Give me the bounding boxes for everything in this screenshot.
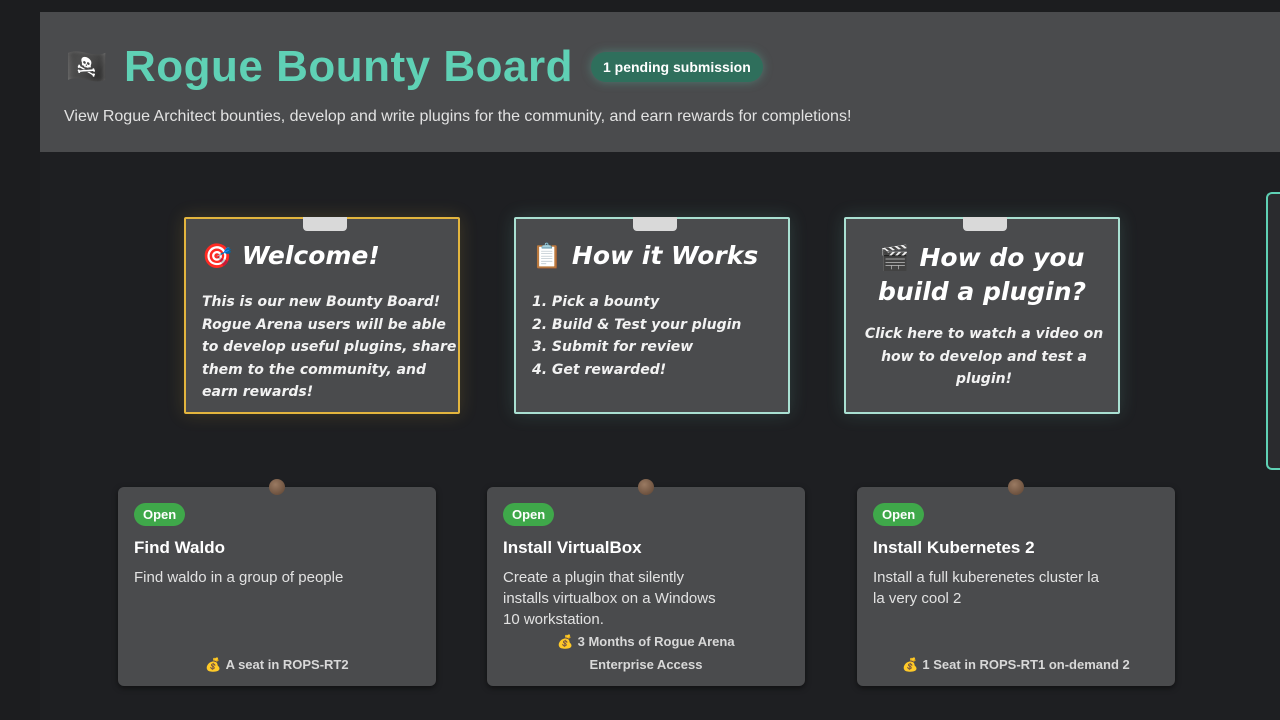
bounty-card[interactable]: Open Find Waldo Find waldo in a group of…: [118, 479, 436, 686]
note-title: 🎯 Welcome!: [202, 241, 380, 270]
bounty-title: Find Waldo: [134, 538, 225, 557]
money-bag-icon: 💰: [557, 634, 574, 649]
bounty-card[interactable]: Open Install Kubernetes 2 Install a full…: [857, 479, 1175, 686]
page-title: Rogue Bounty Board: [124, 42, 573, 91]
bounty-reward: 💰 A seat in ROPS-RT2: [118, 653, 436, 676]
note-title: 🎬 How do you build a plugin?: [846, 241, 1118, 309]
note-line: how to develop and test a: [881, 348, 1087, 365]
welcome-body: This is our new Bounty Board! Rogue Aren…: [202, 291, 457, 404]
welcome-note: 🎯 Welcome! This is our new Bounty Board!…: [184, 217, 460, 414]
pushpin-icon: [1008, 479, 1024, 495]
clipboard-icon: 📋: [532, 241, 562, 270]
status-badge: Open: [503, 503, 555, 526]
note-line: This is our new Bounty Board!: [202, 294, 441, 310]
money-bag-icon: 💰: [902, 657, 919, 672]
description-line: Create a plugin that silently: [503, 569, 684, 586]
status-badge: Open: [134, 503, 186, 526]
reward-line: A seat in ROPS-RT2: [225, 657, 349, 672]
video-title-line: build a plugin?: [877, 277, 1087, 306]
note-line: them to the community, and: [202, 361, 427, 378]
description-line: la very cool 2: [873, 590, 962, 607]
pending-submission-badge[interactable]: 1 pending submission: [590, 52, 763, 82]
note-line: to develop useful plugins, share: [202, 339, 457, 355]
clapperboard-icon: 🎬: [879, 244, 910, 272]
target-icon: 🎯: [202, 241, 232, 270]
description-line: Find waldo in a group of people: [134, 569, 344, 586]
description-line: installs virtualbox on a Windows: [503, 590, 716, 607]
page-subtitle: View Rogue Architect bounties, develop a…: [64, 108, 852, 125]
pushpin-icon: [269, 479, 285, 495]
status-badge: Open: [873, 503, 925, 526]
bounty-reward: 💰 3 Months of Rogue Arena Enterprise Acce…: [487, 630, 805, 676]
pushpin-icon: [638, 479, 654, 495]
page-header: 🏴‍☠️ Rogue Bounty Board 1 pending submis…: [40, 12, 1280, 152]
description-line: 10 workstation.: [503, 611, 604, 628]
title-row: 🏴‍☠️ Rogue Bounty Board 1 pending submis…: [64, 42, 763, 92]
description-line: Install a full kuberenetes cluster la: [873, 569, 1099, 586]
reward-line: 3 Months of Rogue Arena: [577, 634, 735, 649]
welcome-title: Welcome!: [241, 241, 380, 270]
bounty-description: Create a plugin that silently installs v…: [503, 567, 763, 630]
note-line: plugin!: [956, 371, 1012, 387]
step-item: 1. Pick a bounty: [532, 294, 660, 310]
how-it-works-title: How it Works: [571, 241, 759, 270]
video-note-body[interactable]: Click here to watch a video on how to de…: [846, 323, 1122, 391]
how-it-works-body: 1. Pick a bounty 2. Build & Test your pl…: [532, 291, 778, 381]
video-title-line: How do you: [919, 243, 1085, 272]
bounty-title: Install VirtualBox: [503, 538, 642, 557]
bounty-description: Install a full kuberenetes cluster la la…: [873, 567, 1133, 609]
note-line: Rogue Arena users will be able: [202, 316, 446, 333]
step-item: 4. Get rewarded!: [532, 361, 667, 378]
bounty-description: Find waldo in a group of people: [134, 567, 394, 588]
bounty-card[interactable]: Open Install VirtualBox Create a plugin …: [487, 479, 805, 686]
note-clip: [963, 217, 1007, 231]
how-it-works-note: 📋 How it Works 1. Pick a bounty 2. Build…: [514, 217, 790, 414]
step-item: 3. Submit for review: [532, 339, 694, 355]
step-item: 2. Build & Test your plugin: [532, 316, 742, 333]
bounty-title: Install Kubernetes 2: [873, 538, 1035, 557]
bounty-reward: 💰 1 Seat in ROPS-RT1 on-demand 2: [857, 653, 1175, 676]
note-line: Click here to watch a video on: [864, 326, 1104, 342]
money-bag-icon: 💰: [205, 657, 222, 672]
reward-line: 1 Seat in ROPS-RT1 on-demand 2: [922, 657, 1130, 672]
side-panel-tab[interactable]: [1266, 192, 1280, 470]
video-tutorial-note[interactable]: 🎬 How do you build a plugin? Click here t…: [844, 217, 1120, 414]
note-clip: [633, 217, 677, 231]
note-title: 📋 How it Works: [532, 241, 758, 270]
pirate-flag-icon: 🏴‍☠️: [65, 48, 109, 86]
note-line: earn rewards!: [202, 384, 314, 400]
note-clip: [303, 217, 347, 231]
reward-line: Enterprise Access: [589, 657, 703, 672]
